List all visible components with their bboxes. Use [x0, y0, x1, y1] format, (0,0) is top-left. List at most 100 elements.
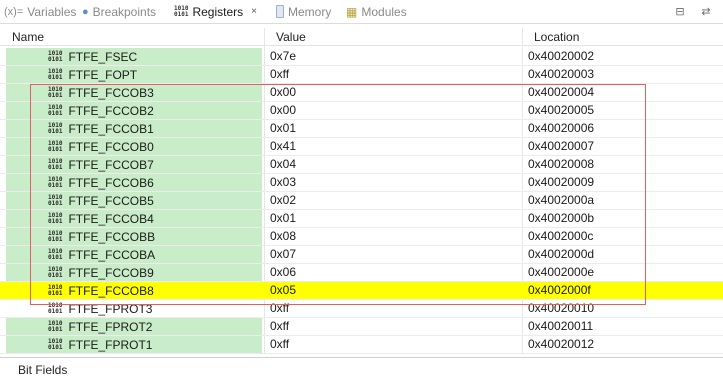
register-name: 1010 0101 FTFE_FCCOB7 — [48, 156, 154, 173]
register-name-text: FTFE_FCCOB3 — [68, 85, 154, 100]
table-row[interactable]: 1010 0101 FTFE_FCCOB6 0x03 0x40020009 — [0, 174, 723, 192]
tab-registers-label: Registers — [192, 4, 244, 19]
register-value[interactable]: 0xff — [270, 336, 289, 353]
tab-variables[interactable]: (x)= Variables — [4, 0, 76, 23]
table-row[interactable]: 1010 0101 FTFE_FCCOB7 0x04 0x40020008 — [0, 156, 723, 174]
table-row[interactable]: 1010 0101 FTFE_FCCOBA 0x07 0x4002000d — [0, 246, 723, 264]
register-value[interactable]: 0x04 — [270, 156, 296, 173]
register-value[interactable]: 0x7e — [270, 48, 296, 65]
register-location: 0x40020002 — [528, 49, 595, 63]
register-value[interactable]: 0x05 — [270, 282, 296, 299]
register-icon: 1010 0101 — [48, 319, 63, 333]
register-value[interactable]: 0x03 — [270, 174, 296, 191]
register-name: 1010 0101 FTFE_FCCOB4 — [48, 210, 154, 227]
register-location: 0x40020004 — [528, 85, 595, 99]
table-row[interactable]: 1010 0101 FTFE_FCCOB3 0x00 0x40020004 — [0, 84, 723, 102]
table-row[interactable]: 1010 0101 FTFE_FCCOB2 0x00 0x40020005 — [0, 102, 723, 120]
table-row[interactable]: 1010 0101 FTFE_FCCOB9 0x06 0x4002000e — [0, 264, 723, 282]
register-icon: 1010 0101 — [48, 49, 63, 63]
register-value[interactable]: 0xff — [270, 66, 289, 83]
register-name-text: FTFE_FPROT3 — [68, 301, 153, 316]
register-value[interactable]: 0x00 — [270, 84, 296, 101]
register-name: 1010 0101 FTFE_FPROT1 — [48, 336, 152, 353]
register-name-text: FTFE_FOPT — [68, 67, 138, 82]
column-header-name[interactable]: Name — [0, 28, 264, 46]
register-value[interactable]: 0x07 — [270, 246, 296, 263]
register-icon: 1010 0101 — [48, 337, 63, 351]
register-name: 1010 0101 FTFE_FCCOB0 — [48, 138, 154, 155]
register-icon: 1010 0101 — [48, 175, 63, 189]
register-value[interactable]: 0x02 — [270, 192, 296, 209]
register-name: 1010 0101 FTFE_FOPT — [48, 66, 137, 83]
register-location: 0x40020011 — [528, 319, 594, 333]
register-value[interactable]: 0x41 — [270, 138, 296, 155]
register-value[interactable]: 0x08 — [270, 228, 296, 245]
registers-icon: 1010 0101 — [174, 4, 189, 18]
tab-variables-label: Variables — [27, 4, 77, 19]
table-row[interactable]: 1010 0101 FTFE_FSEC 0x7e 0x40020002 — [0, 48, 723, 66]
table-row[interactable]: 1010 0101 FTFE_FCCOBB 0x08 0x4002000c — [0, 228, 723, 246]
register-icon: 1010 0101 — [48, 265, 63, 279]
close-icon[interactable]: × — [251, 6, 257, 17]
register-name: 1010 0101 FTFE_FPROT3 — [48, 300, 152, 317]
bit-fields-label: Bit Fields — [18, 363, 68, 377]
view-tab-bar: (x)= Variables ● Breakpoints 1010 0101 R… — [0, 0, 723, 24]
register-location: 0x40020009 — [528, 175, 595, 189]
register-icon: 1010 0101 — [48, 301, 63, 315]
table-row[interactable]: 1010 0101 FTFE_FCCOB4 0x01 0x4002000b — [0, 210, 723, 228]
register-icon: 1010 0101 — [48, 229, 63, 243]
modules-icon: ▦ — [346, 4, 358, 19]
register-value[interactable]: 0x06 — [270, 264, 296, 281]
register-name: 1010 0101 FTFE_FCCOB9 — [48, 264, 154, 281]
register-value[interactable]: 0x00 — [270, 102, 296, 119]
register-location: 0x4002000e — [528, 265, 595, 279]
table-row[interactable]: 1010 0101 FTFE_FCCOB1 0x01 0x40020006 — [0, 120, 723, 138]
register-value[interactable]: 0xff — [270, 300, 289, 317]
register-name-text: FTFE_FCCOBB — [68, 229, 156, 244]
register-name: 1010 0101 FTFE_FCCOB6 — [48, 174, 154, 191]
register-icon: 1010 0101 — [48, 139, 63, 153]
register-name: 1010 0101 FTFE_FCCOBA — [48, 246, 155, 263]
register-name-text: FTFE_FPROT2 — [68, 319, 153, 334]
column-header-location[interactable]: Location — [522, 28, 723, 46]
table-row[interactable]: 1010 0101 FTFE_FPROT1 0xff 0x40020012 — [0, 336, 723, 354]
register-location: 0x4002000f — [528, 283, 591, 297]
register-icon: 1010 0101 — [48, 283, 63, 297]
table-row[interactable]: 1010 0101 FTFE_FPROT2 0xff 0x40020011 — [0, 318, 723, 336]
bit-fields-panel: Bit Fields — [0, 357, 723, 377]
register-icon: 1010 0101 — [48, 211, 63, 225]
register-name: 1010 0101 FTFE_FCCOB3 — [48, 84, 154, 101]
table-row[interactable]: 1010 0101 FTFE_FCCOB5 0x02 0x4002000a — [0, 192, 723, 210]
memory-icon — [276, 5, 284, 18]
register-name: 1010 0101 FTFE_FCCOB2 — [48, 102, 154, 119]
tab-modules[interactable]: ▦ Modules — [346, 0, 407, 23]
register-name: 1010 0101 FTFE_FSEC — [48, 48, 137, 65]
register-location: 0x40020008 — [528, 157, 595, 171]
register-location: 0x40020010 — [528, 301, 595, 315]
tab-breakpoints[interactable]: ● Breakpoints — [82, 0, 156, 23]
layout-icon[interactable]: ⇄ — [698, 3, 714, 19]
register-name: 1010 0101 FTFE_FCCOBB — [48, 228, 155, 245]
register-name-text: FTFE_FCCOB9 — [68, 265, 154, 280]
register-icon: 1010 0101 — [48, 103, 63, 117]
register-value[interactable]: 0xff — [270, 318, 289, 335]
tab-memory[interactable]: Memory — [276, 0, 331, 23]
register-name-text: FTFE_FCCOB0 — [68, 139, 154, 154]
register-icon: 1010 0101 — [48, 85, 63, 99]
tab-registers[interactable]: 1010 0101 Registers × — [174, 0, 257, 23]
register-icon: 1010 0101 — [48, 193, 63, 207]
register-value[interactable]: 0x01 — [270, 120, 296, 137]
column-header-value[interactable]: Value — [264, 28, 522, 46]
register-name-text: FTFE_FCCOB1 — [68, 121, 154, 136]
table-row[interactable]: 1010 0101 FTFE_FCCOB0 0x41 0x40020007 — [0, 138, 723, 156]
table-header: Name Value Location — [0, 28, 723, 46]
register-name: 1010 0101 FTFE_FPROT2 — [48, 318, 152, 335]
register-name-text: FTFE_FCCOB2 — [68, 103, 154, 118]
collapse-all-icon[interactable]: ⊟ — [672, 3, 688, 19]
register-value[interactable]: 0x01 — [270, 210, 296, 227]
register-location: 0x4002000b — [528, 211, 595, 225]
tab-memory-label: Memory — [288, 4, 332, 19]
table-row[interactable]: 1010 0101 FTFE_FOPT 0xff 0x40020003 — [0, 66, 723, 84]
table-row[interactable]: 1010 0101 FTFE_FCCOB8 0x05 0x4002000f — [0, 282, 723, 300]
table-row[interactable]: 1010 0101 FTFE_FPROT3 0xff 0x40020010 — [0, 300, 723, 318]
